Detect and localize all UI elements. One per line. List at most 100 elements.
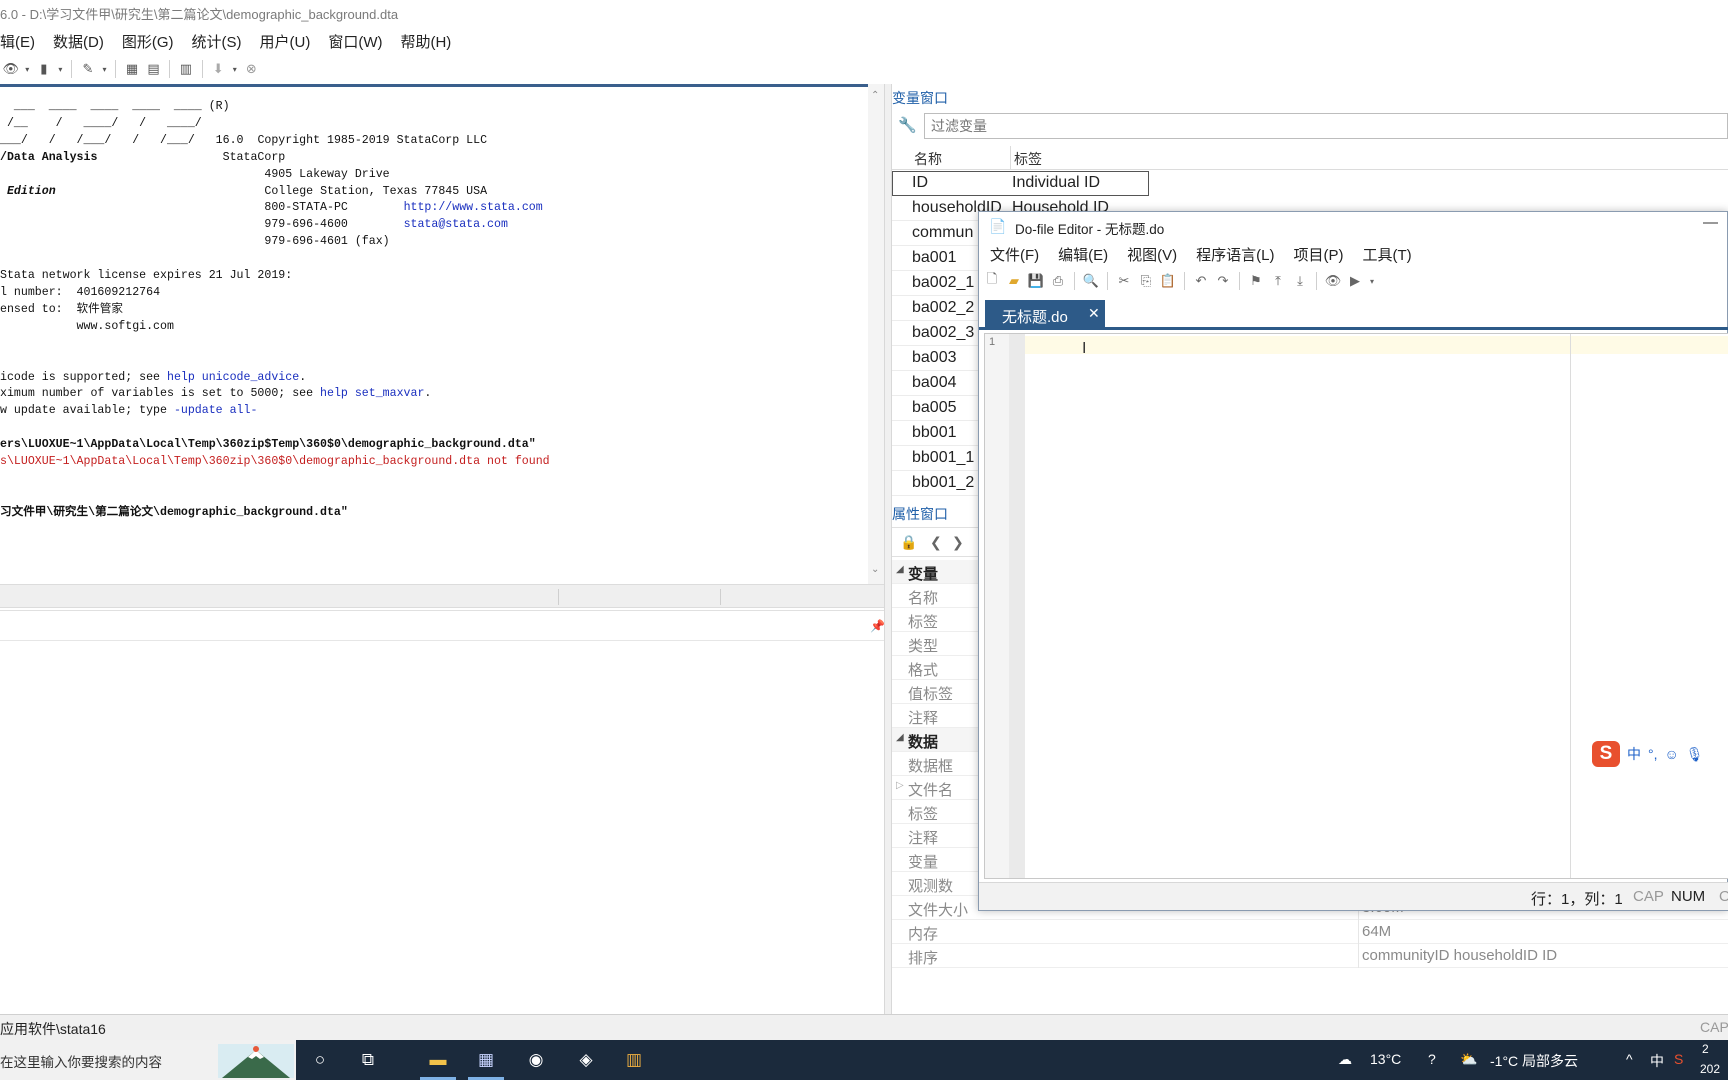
previous-bookmark-icon[interactable]: ⤒ — [1269, 272, 1287, 290]
do-menu-file[interactable]: 文件(F) — [990, 244, 1039, 265]
help-icon[interactable]: ? — [1428, 1051, 1436, 1067]
column-divider[interactable] — [1010, 146, 1011, 170]
tray-chevron-icon[interactable]: ^ — [1626, 1051, 1633, 1067]
scroll-up-icon[interactable]: ⌃ — [871, 90, 879, 101]
filter-variables-box[interactable] — [924, 113, 1728, 139]
more-icon[interactable]: ⬇ — [210, 60, 227, 78]
sogou-tray-icon[interactable]: S — [1674, 1051, 1683, 1067]
column-header-label[interactable]: 标签 — [1014, 149, 1042, 169]
results-scrollbar[interactable]: ⌃ ⌄ — [868, 84, 884, 584]
do-editor-titlebar[interactable]: 📄 Do-file Editor - 无标题.do — — [979, 212, 1728, 240]
viewer-eye-icon[interactable]: 👁 — [2, 60, 19, 78]
lock-icon[interactable]: 🔒 — [900, 534, 917, 551]
stata-taskbar-icon[interactable]: ▦ — [468, 1048, 504, 1080]
print-icon[interactable]: ⎙ — [1049, 272, 1067, 290]
do-menu-edit[interactable]: 编辑(E) — [1058, 244, 1108, 265]
app-taskbar-icon[interactable]: ◉ — [524, 1048, 548, 1072]
minimize-icon[interactable]: — — [1703, 214, 1718, 231]
clock-date[interactable]: 202 — [1700, 1062, 1720, 1076]
graph-bar-icon[interactable]: ▮ — [35, 60, 52, 78]
task-view-icon[interactable]: ⧉ — [356, 1048, 380, 1072]
property-key: 标签 — [908, 614, 939, 631]
variable-row[interactable]: ID Individual ID — [892, 171, 1149, 196]
do-editor-icon[interactable]: ✎ — [79, 60, 96, 78]
do-menu-language[interactable]: 程序语言(L) — [1196, 244, 1274, 265]
back-arrow-icon[interactable]: ❮ — [930, 534, 942, 551]
ime-mode[interactable]: 中 — [1627, 744, 1641, 764]
do-menu-view[interactable]: 视图(V) — [1127, 244, 1177, 265]
new-file-icon[interactable]: 🗋 — [983, 271, 1001, 290]
show-file-in-viewer-icon[interactable]: 👁 — [1324, 272, 1342, 290]
weather-temp-2[interactable]: -1°C 局部多云 — [1490, 1051, 1578, 1071]
execute-do-icon[interactable]: ▶ — [1346, 272, 1364, 290]
pane-splitter[interactable] — [884, 84, 892, 1014]
menu-statistics[interactable]: 统计(S) — [192, 31, 252, 52]
save-icon[interactable]: 💾 — [1027, 272, 1045, 290]
do-menu-tools[interactable]: 工具(T) — [1363, 244, 1412, 265]
property-row[interactable]: 排序 communityID householdID ID — [892, 944, 1728, 968]
find-icon[interactable]: 🔍 — [1082, 272, 1100, 290]
close-tab-icon[interactable]: ✕ — [1088, 305, 1100, 322]
break-icon[interactable]: ⊗ — [243, 60, 260, 78]
filter-variables-input[interactable] — [925, 114, 1727, 138]
open-folder-icon[interactable]: ▰ — [1005, 272, 1023, 290]
collapse-triangle-icon[interactable]: ◢ — [896, 564, 904, 575]
update-all-link[interactable]: -update all- — [174, 404, 258, 417]
wrench-icon[interactable]: 🔧 — [898, 116, 917, 134]
punctuation-icon[interactable]: °, — [1648, 746, 1658, 762]
column-header-name[interactable]: 名称 — [914, 149, 942, 169]
cloud-icon[interactable]: ☁ — [1338, 1051, 1352, 1068]
property-row[interactable]: 内存 64M — [892, 920, 1728, 944]
stata-email-link[interactable]: stata@stata.com — [404, 218, 508, 231]
bookmark-margin[interactable] — [1009, 334, 1025, 878]
set-maxvar-link[interactable]: help set_maxvar — [320, 387, 424, 400]
dropdown-arrow-icon[interactable]: ▾ — [23, 60, 31, 78]
data-editor-icon[interactable]: ▦ — [123, 60, 140, 78]
dropdown-arrow-icon[interactable]: ▾ — [1368, 272, 1376, 290]
menu-graphics[interactable]: 图形(G) — [122, 31, 184, 52]
do-editor-tab[interactable]: 无标题.do ✕ — [985, 300, 1105, 330]
copy-icon[interactable]: ⎘ — [1137, 272, 1155, 290]
menu-data[interactable]: 数据(D) — [53, 31, 114, 52]
next-bookmark-icon[interactable]: ⤓ — [1291, 272, 1309, 290]
expand-triangle-icon[interactable]: ▷ — [896, 780, 904, 791]
menu-help[interactable]: 帮助(H) — [400, 31, 461, 52]
paste-icon[interactable]: 📋 — [1159, 272, 1177, 290]
variables-manager-icon[interactable]: ▥ — [177, 60, 194, 78]
menu-window[interactable]: 窗口(W) — [328, 31, 392, 52]
dropdown-arrow-icon[interactable]: ▾ — [231, 60, 239, 78]
taskbar-search-box[interactable]: 在这里输入你要搜索的内容 — [0, 1040, 296, 1080]
scroll-down-icon[interactable]: ⌄ — [871, 564, 879, 575]
weather-sun-icon[interactable]: ⛅ — [1460, 1051, 1477, 1068]
cortana-icon[interactable]: ○ — [308, 1048, 332, 1072]
menu-user[interactable]: 用户(U) — [260, 31, 321, 52]
microphone-icon[interactable]: 🎙 — [1686, 746, 1704, 763]
redo-icon[interactable]: ↷ — [1214, 272, 1232, 290]
winrar-taskbar-icon[interactable]: ▥ — [622, 1048, 646, 1072]
menu-edit[interactable]: 辑(E) — [0, 31, 45, 52]
toggle-bookmark-icon[interactable]: ⚑ — [1247, 272, 1265, 290]
dropdown-arrow-icon[interactable]: ▾ — [101, 60, 109, 78]
unicode-advice-link[interactable]: help unicode_advice — [167, 371, 299, 384]
line-number-gutter — [985, 334, 1009, 878]
dropdown-arrow-icon[interactable]: ▾ — [57, 60, 65, 78]
do-file-editor-window[interactable]: 📄 Do-file Editor - 无标题.do — 文件(F) 编辑(E) … — [978, 211, 1728, 911]
pin-icon[interactable]: 📌 — [870, 619, 885, 633]
do-editor-text-area[interactable]: 1 I — [984, 333, 1728, 879]
tray-ime[interactable]: 中 — [1650, 1051, 1664, 1071]
file-explorer-icon[interactable]: ▬ — [420, 1048, 456, 1080]
emoji-icon[interactable]: ☺ — [1665, 746, 1679, 762]
forward-arrow-icon[interactable]: ❯ — [952, 534, 964, 551]
undo-icon[interactable]: ↶ — [1192, 272, 1210, 290]
app-taskbar-icon[interactable]: ◈ — [574, 1048, 598, 1072]
cut-icon[interactable]: ✂ — [1115, 272, 1133, 290]
do-menu-project[interactable]: 项目(P) — [1294, 244, 1344, 265]
weather-temp-1[interactable]: 13°C — [1370, 1051, 1401, 1067]
command-window[interactable]: 📌 — [0, 610, 885, 1014]
stata-url-link[interactable]: http://www.stata.com — [404, 201, 543, 214]
clock-time[interactable]: 2 — [1702, 1042, 1709, 1056]
ime-floating-bar[interactable]: S 中 °, ☺ 🎙 — [1592, 740, 1728, 768]
data-browser-icon[interactable]: ▤ — [145, 60, 162, 78]
collapse-triangle-icon[interactable]: ◢ — [896, 732, 904, 743]
sogou-logo-icon[interactable]: S — [1592, 741, 1620, 767]
